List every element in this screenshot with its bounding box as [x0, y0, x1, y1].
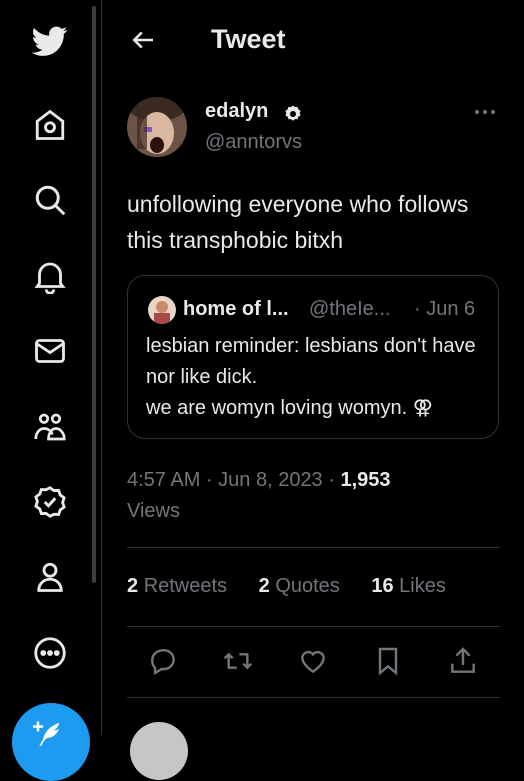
search-icon[interactable]: [26, 176, 74, 224]
home-icon[interactable]: [26, 101, 74, 149]
quote-handle: @theIe...: [309, 298, 391, 320]
more-options-icon[interactable]: [472, 103, 498, 121]
bell-icon[interactable]: [26, 252, 74, 300]
quotes-stat[interactable]: 2 Quotes: [259, 575, 340, 597]
share-icon: [451, 647, 475, 673]
bookmark-button[interactable]: [372, 645, 404, 677]
compose-tweet-icon: [33, 721, 60, 747]
sidebar: [0, 0, 102, 781]
reply-icon: [151, 649, 175, 676]
heart-icon: [301, 650, 325, 674]
scrollbar[interactable]: [92, 6, 96, 583]
bookmark-icon: [378, 647, 398, 676]
views-count: 1,953: [340, 469, 391, 491]
badge-icon: [285, 105, 301, 121]
quote-line: lesbian reminder: lesbians don't have no…: [146, 335, 476, 388]
display-name[interactable]: edalyn: [205, 100, 268, 123]
reply-button[interactable]: [147, 645, 179, 677]
likes-stat[interactable]: 16 Likes: [371, 575, 446, 597]
retweet-button[interactable]: [222, 645, 254, 677]
twitter-logo-icon[interactable]: [26, 17, 74, 65]
avatar[interactable]: [130, 722, 188, 780]
avatar[interactable]: [127, 97, 187, 157]
engagement-stats: 2 Retweets 2 Quotes 16 Likes: [127, 575, 472, 598]
communities-icon[interactable]: [26, 403, 74, 451]
page-title: Tweet: [211, 24, 286, 54]
divider: [127, 626, 500, 627]
tweet-text: unfollowing everyone who follows this tr…: [127, 191, 469, 253]
tweet-detail: Tweet edalyn @anntorvs unfollowing every…: [102, 0, 524, 780]
compose-tweet-button[interactable]: [12, 703, 90, 781]
divider: [127, 697, 500, 698]
like-button[interactable]: [297, 645, 329, 677]
back-arrow-icon[interactable]: [128, 25, 158, 55]
views-label: Views: [127, 500, 180, 522]
more-circle-icon[interactable]: [26, 629, 74, 677]
quote-avatar: [148, 296, 176, 324]
user-handle[interactable]: @anntorvs: [205, 131, 302, 154]
mail-icon[interactable]: [26, 327, 74, 375]
quoted-tweet[interactable]: home of l... @theIe... · Jun 6 lesbian r…: [127, 275, 499, 439]
share-button[interactable]: [447, 645, 479, 677]
quote-line: we are womyn loving womyn. ⚢: [146, 397, 433, 419]
verified-icon[interactable]: [26, 478, 74, 526]
tweet-meta: 4:57 AM · Jun 8, 2023 · 1,953 Views: [127, 465, 497, 527]
retweets-stat[interactable]: 2 Retweets: [127, 575, 227, 597]
tweet-timestamp[interactable]: 4:57 AM · Jun 8, 2023 ·: [127, 469, 340, 491]
divider: [127, 547, 500, 548]
profile-icon[interactable]: [26, 553, 74, 601]
quote-display-name: home of l...: [183, 298, 289, 320]
retweet-icon: [223, 652, 253, 670]
quote-date: · Jun 6: [414, 298, 476, 320]
quote-text: lesbian reminder: lesbians don't have no…: [146, 331, 496, 424]
